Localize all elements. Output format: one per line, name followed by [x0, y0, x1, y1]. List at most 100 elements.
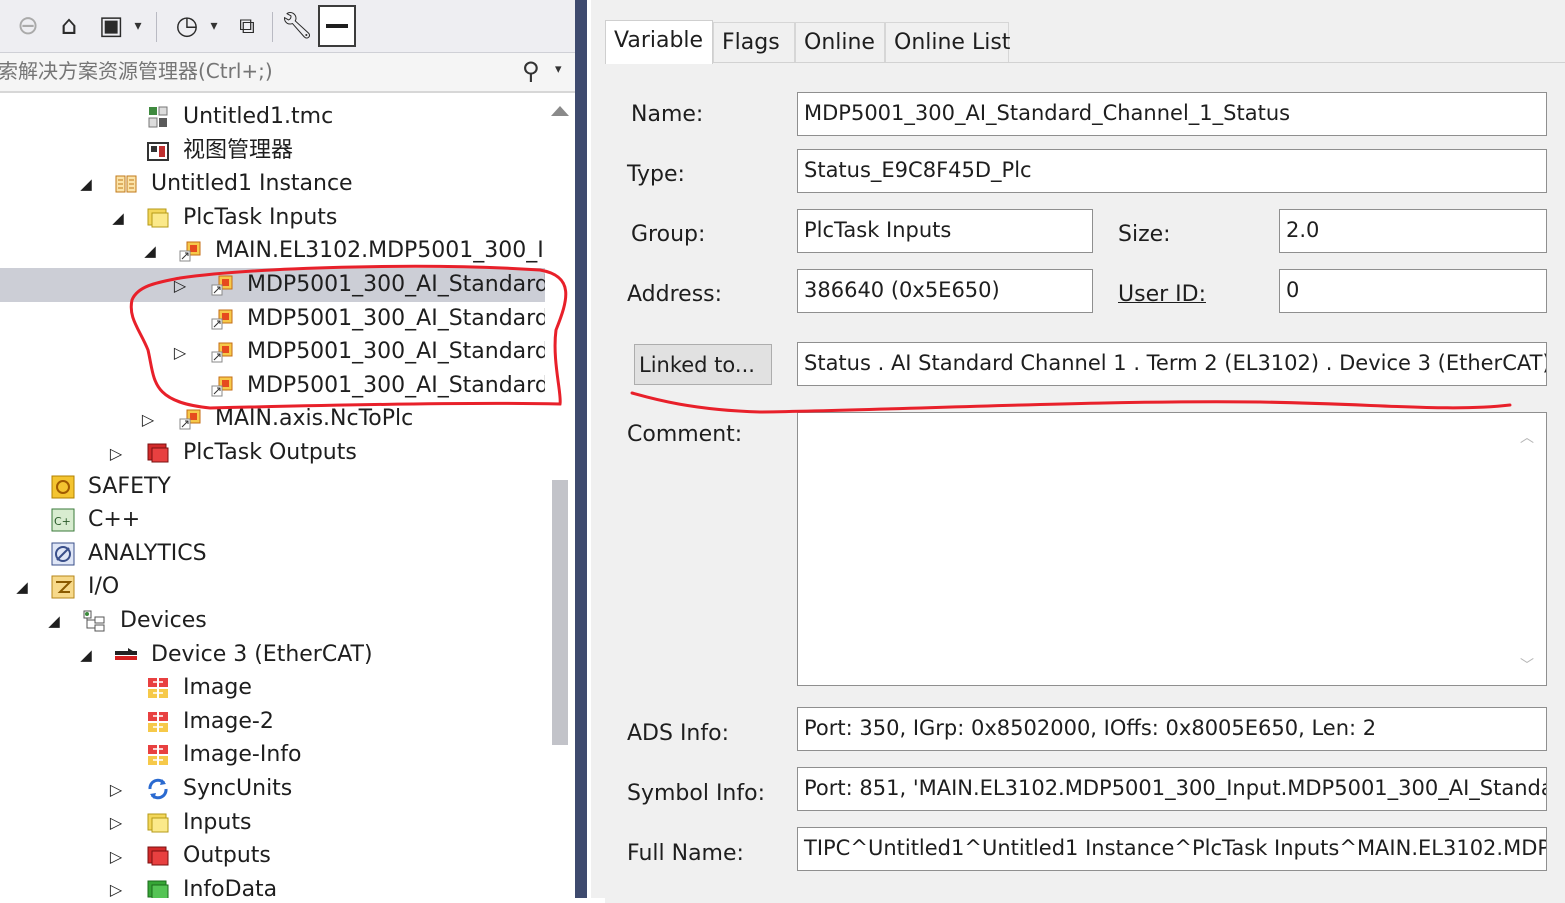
tree-item-label: Untitled1.tmc: [183, 104, 334, 129]
switch-views-dropdown-icon[interactable]: ▾: [130, 8, 146, 44]
size-field[interactable]: 2.0: [1279, 209, 1547, 253]
pane-splitter[interactable]: [575, 0, 591, 898]
pin-icon[interactable]: [318, 5, 356, 47]
switch-views-icon[interactable]: ▣: [94, 8, 128, 44]
variable-link-icon: [210, 273, 234, 297]
collapse-arrow-icon[interactable]: ◢: [76, 638, 96, 672]
search-icon[interactable]: ⚲: [522, 57, 540, 85]
expand-arrow-icon[interactable]: ▷: [106, 772, 126, 806]
tree-item[interactable]: ◢ MAIN.EL3102.MDP5001_300_Inp: [0, 234, 571, 268]
collapse-arrow-icon[interactable]: ◢: [140, 234, 160, 268]
collapse-arrow-icon[interactable]: ◢: [44, 604, 64, 638]
collapse-arrow-icon[interactable]: ◢: [108, 201, 128, 235]
type-field[interactable]: Status_E9C8F45D_Plc: [797, 149, 1547, 193]
tree-item[interactable]: Untitled1.tmc: [0, 100, 545, 134]
tab-online-list[interactable]: Online List: [885, 22, 1010, 62]
tree-item-label: MDP5001_300_AI_Standard_C: [247, 272, 575, 297]
collapse-arrow-icon[interactable]: ◢: [12, 570, 32, 604]
variable-link-icon: [178, 239, 202, 263]
variable-properties-panel: Variable Flags Online Online List Name: …: [591, 0, 1565, 903]
tree-item-label: Devices: [120, 608, 207, 633]
tree-item-label: MDP5001_300_AI_Standard_C: [247, 372, 575, 398]
tree-item[interactable]: Image-2: [0, 705, 545, 739]
svg-text:C+: C+: [54, 515, 71, 528]
home-icon[interactable]: ⌂: [52, 8, 86, 44]
ads-info-field[interactable]: Port: 350, IGrp: 0x8502000, IOffs: 0x800…: [797, 707, 1547, 751]
linked-to-button[interactable]: Linked to...: [634, 344, 772, 385]
tree-item-label: C++: [88, 507, 141, 533]
tree-item[interactable]: SAFETY: [0, 470, 545, 504]
type-label: Type:: [627, 162, 685, 187]
tree-item[interactable]: ▷ MDP5001_300_AI_Standard_C: [0, 268, 575, 302]
tree-scrollbar[interactable]: [545, 100, 575, 898]
tree-item[interactable]: 视图管理器: [0, 134, 545, 168]
full-name-label: Full Name:: [627, 841, 744, 866]
comment-scroll-down-icon[interactable]: ﹀: [1520, 655, 1534, 675]
tree-item[interactable]: ▷ MDP5001_300_AI_Standard_C: [0, 335, 575, 369]
tree-item[interactable]: ◢ Device 3 (EtherCAT): [0, 638, 545, 672]
tree-item[interactable]: ◢ Untitled1 Instance: [0, 167, 545, 201]
group-field[interactable]: PlcTask Inputs: [797, 209, 1093, 253]
tree-item[interactable]: Image: [0, 671, 545, 705]
collapse-arrow-icon[interactable]: ◢: [76, 167, 96, 201]
tree-item-label: 视图管理器: [183, 137, 294, 163]
explorer-toolbar: ⊖ ⌂ ▣ ▾ ◷ ▾ ⧉ 🔧︎: [0, 0, 575, 53]
search-options-dropdown-icon[interactable]: ▾: [555, 62, 562, 77]
tab-online[interactable]: Online: [795, 22, 885, 62]
tree-item-label: SAFETY: [88, 473, 171, 499]
full-name-field[interactable]: TIPC^Untitled1^Untitled1 Instance^PlcTas…: [797, 827, 1547, 871]
userid-field[interactable]: 0: [1279, 269, 1547, 313]
tree-item-label: Image-Info: [183, 742, 302, 768]
expand-arrow-icon[interactable]: ▷: [138, 402, 158, 436]
expand-arrow-icon[interactable]: ▷: [106, 873, 126, 898]
tree-item[interactable]: ▷ PlcTask Outputs: [0, 436, 545, 470]
symbol-info-field[interactable]: Port: 851, 'MAIN.EL3102.MDP5001_300_Inpu…: [797, 767, 1547, 811]
tree-item[interactable]: ▷ Inputs: [0, 806, 545, 840]
tree-item[interactable]: ▷ InfoData: [0, 873, 545, 898]
tree-item[interactable]: Image-Info: [0, 738, 545, 772]
tree-item[interactable]: ANALYTICS: [0, 537, 545, 571]
expand-arrow-icon[interactable]: ▷: [106, 839, 126, 873]
back-icon[interactable]: ⊖: [4, 8, 52, 44]
yellow-folder-icon: [146, 811, 170, 835]
variable-tab-content: Name: MDP5001_300_AI_Standard_Channel_1_…: [605, 62, 1565, 903]
window-icon[interactable]: ⧉: [230, 8, 264, 44]
search-input[interactable]: [0, 53, 513, 89]
tree-item-label: Device 3 (EtherCAT): [151, 641, 373, 667]
scroll-up-arrow-icon[interactable]: [551, 106, 569, 116]
analytics-icon: [51, 542, 75, 566]
expand-arrow-icon[interactable]: ▷: [106, 436, 126, 470]
tree-item[interactable]: ◢ Devices: [0, 604, 545, 638]
linked-to-field[interactable]: Status . AI Standard Channel 1 . Term 2 …: [797, 342, 1547, 386]
tree-item[interactable]: MDP5001_300_AI_Standard_C: [0, 369, 575, 403]
cpp-icon: C+: [51, 508, 75, 532]
expand-arrow-icon[interactable]: ▷: [170, 268, 190, 302]
tab-flags[interactable]: Flags: [713, 22, 795, 62]
tree-item[interactable]: ▷ MAIN.axis.NcToPlc: [0, 402, 545, 436]
tree-item[interactable]: ▷ Outputs: [0, 839, 545, 873]
expand-arrow-icon[interactable]: ▷: [170, 335, 190, 369]
history-dropdown-icon[interactable]: ▾: [206, 8, 222, 44]
comment-textarea[interactable]: ︿ ﹀: [797, 412, 1547, 686]
tree-item[interactable]: C+ C++: [0, 503, 545, 537]
tree-item[interactable]: ▷ SyncUnits: [0, 772, 545, 806]
name-field[interactable]: MDP5001_300_AI_Standard_Channel_1_Status: [797, 92, 1547, 136]
tree-item-label: MDP5001_300_AI_Standard_C: [247, 305, 575, 331]
scrollbar-thumb[interactable]: [552, 480, 568, 745]
variable-link-icon: [178, 407, 202, 431]
comment-scroll-up-icon[interactable]: ︿: [1520, 427, 1534, 447]
io-icon: [51, 575, 75, 599]
tree-item-label: MAIN.EL3102.MDP5001_300_Inp: [215, 238, 572, 264]
tab-variable[interactable]: Variable: [605, 20, 713, 64]
history-icon[interactable]: ◷: [170, 8, 204, 44]
wrench-icon[interactable]: 🔧︎: [280, 8, 314, 44]
ethercat-icon: [114, 643, 138, 667]
tree-item[interactable]: MDP5001_300_AI_Standard_C: [0, 302, 575, 336]
address-field[interactable]: 386640 (0x5E650): [797, 269, 1093, 313]
image-icon: [146, 743, 170, 767]
tree-item-label: Inputs: [183, 809, 252, 835]
tree-item[interactable]: ◢ PlcTask Inputs: [0, 201, 545, 235]
image-icon: [146, 710, 170, 734]
expand-arrow-icon[interactable]: ▷: [106, 806, 126, 840]
tree-item[interactable]: ◢ I/O: [0, 570, 545, 604]
